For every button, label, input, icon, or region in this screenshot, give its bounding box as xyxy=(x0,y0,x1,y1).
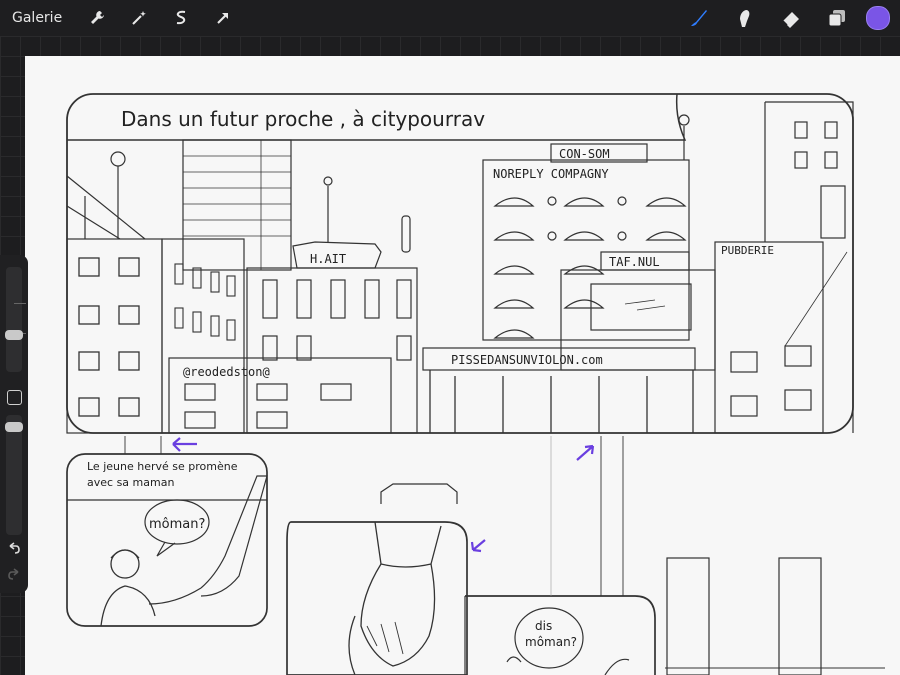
smudge-icon[interactable] xyxy=(732,5,758,31)
drawing-canvas[interactable]: Dans un futur proche , à citypourrav H.A… xyxy=(25,56,900,675)
brush-size-handle[interactable] xyxy=(5,330,23,341)
mother-arm-1 xyxy=(200,475,268,597)
eraser-icon[interactable] xyxy=(778,5,804,31)
brush-size-slider[interactable] xyxy=(6,267,26,372)
tower-sketch-2 xyxy=(778,557,822,675)
tower-sketch-1 xyxy=(666,557,710,675)
purple-arrow-down xyxy=(470,539,486,553)
slider-tick xyxy=(14,303,26,304)
sign-noreply: NOREPLY COMPAGNY xyxy=(493,167,609,181)
bubble-2-line1: dis xyxy=(535,619,552,633)
panel-3-frame xyxy=(286,521,468,675)
caption-2-line1: Le jeune hervé se promène xyxy=(87,460,238,473)
frame-bracket xyxy=(380,483,458,504)
left-structure-lines xyxy=(66,175,146,240)
building-left-windows xyxy=(78,257,140,417)
left-sidebar xyxy=(0,255,28,593)
antenna-dish xyxy=(110,151,126,167)
purple-arrow-up xyxy=(576,444,595,461)
gallery-button[interactable]: Galerie xyxy=(12,10,62,26)
redo-icon[interactable] xyxy=(7,567,21,581)
boy-figure xyxy=(100,549,202,627)
modify-button[interactable] xyxy=(7,390,22,405)
building-second xyxy=(161,238,245,434)
billboard xyxy=(590,283,692,331)
antenna-capsule xyxy=(401,215,411,253)
tall-tower xyxy=(182,139,292,271)
brush-icon[interactable] xyxy=(686,5,712,31)
panel-1-frame xyxy=(66,93,854,434)
caption-1-text: Dans un futur proche , à citypourrav xyxy=(121,107,485,131)
canvas-workspace: Dans un futur proche , à citypourrav H.A… xyxy=(0,36,900,675)
sign-pisse: PISSEDANSUNVIOLON.com xyxy=(451,353,603,367)
opacity-handle[interactable] xyxy=(5,422,23,432)
top-toolbar: Galerie xyxy=(0,0,900,36)
undo-icon[interactable] xyxy=(7,541,21,555)
bubble-2-line2: môman? xyxy=(525,635,577,649)
caption-2-line2: avec sa maman xyxy=(87,476,174,489)
sign-consom: CON-SOM xyxy=(559,147,610,161)
building-left xyxy=(66,238,163,434)
sign-reodedston: @reodedston@ xyxy=(183,365,270,379)
sign-publicite: PUBDERIE xyxy=(721,244,774,257)
right-toolset xyxy=(676,0,890,36)
hands-closeup xyxy=(348,521,442,675)
bubble-1-text: môman? xyxy=(149,517,205,532)
store-pillars xyxy=(429,370,694,433)
selection-icon[interactable] xyxy=(168,5,194,31)
purple-arrow-left xyxy=(172,437,197,452)
sign-tafnul: TAF.NUL xyxy=(609,255,660,269)
magic-wand-icon[interactable] xyxy=(126,5,152,31)
sign-hait: H.AIT xyxy=(310,252,346,266)
building-noreply xyxy=(482,159,690,341)
opacity-slider[interactable] xyxy=(6,415,22,535)
wrench-icon[interactable] xyxy=(84,5,110,31)
transform-arrow-icon[interactable] xyxy=(210,5,236,31)
color-picker-swatch[interactable] xyxy=(866,6,890,30)
comic-page-sketch: Dans un futur proche , à citypourrav H.A… xyxy=(66,93,885,675)
layers-icon[interactable] xyxy=(824,5,850,31)
